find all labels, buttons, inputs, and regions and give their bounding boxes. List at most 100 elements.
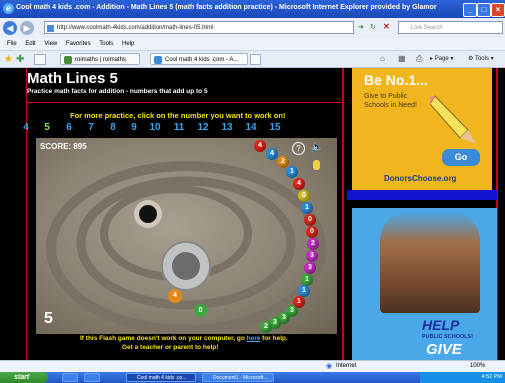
score-display: SCORE: 895 (40, 142, 87, 151)
donors-choose-ad[interactable]: Be No.1... Give to Public Schools in Nee… (352, 68, 492, 194)
ad-go-button[interactable]: Go (442, 149, 480, 166)
feeds-icon[interactable]: ▦ (398, 54, 406, 63)
ad-heading: Be No.1... (364, 72, 428, 88)
ad-help-text: HELP (422, 317, 460, 333)
search-input[interactable]: Live Search (398, 21, 503, 34)
stop-icon[interactable]: ✕ (383, 22, 390, 31)
ad-give-text: GIVE (426, 341, 462, 358)
new-tab-button[interactable] (250, 54, 261, 65)
quick-launch-1[interactable] (62, 373, 78, 382)
chain-ball: 2 (307, 238, 319, 250)
address-bar[interactable]: http://www.coolmath-4kids.com/addition/m… (44, 21, 354, 34)
chain-ball: 1 (286, 166, 298, 178)
menu-view[interactable]: View (44, 41, 57, 47)
forward-button[interactable]: ▶ (20, 21, 34, 35)
system-tray: 4:52 PM (420, 372, 505, 383)
shooter-core (172, 252, 200, 280)
help-link[interactable]: here (247, 335, 261, 342)
number-option-9[interactable]: 9 (125, 122, 143, 133)
tab-roimaths[interactable]: roimaths | roimaths (60, 53, 140, 65)
chain-ball: 0 (306, 226, 318, 238)
chain-ball: 2 (260, 321, 272, 333)
shooter-ball: 4 (168, 289, 182, 303)
menu-favorites[interactable]: Favorites (66, 41, 91, 47)
minimize-icon[interactable]: _ (463, 3, 477, 17)
footer-teacher-line: Get a teacher or parent to help! (122, 344, 219, 351)
game-title: Math Lines 5 (27, 70, 118, 87)
clock: 4:52 PM (481, 374, 502, 380)
number-option-13[interactable]: 13 (218, 122, 236, 133)
ad-public-schools-text: PUBLIC SCHOOLS! (422, 334, 474, 340)
page-menu[interactable]: ▸ Page ▾ (430, 54, 453, 64)
number-option-12[interactable]: 12 (194, 122, 212, 133)
tab-favicon (154, 56, 162, 64)
add-favorites-icon[interactable]: ✚ (16, 54, 24, 65)
menu-edit[interactable]: Edit (25, 41, 35, 47)
help-public-schools-ad[interactable]: HELP PUBLIC SCHOOLS! GIVE (352, 208, 497, 360)
kids-photo (380, 211, 480, 313)
center-border (342, 68, 344, 360)
taskbar-item-word[interactable]: Document1 - Microsoft... (202, 373, 274, 382)
ad-brand: DonorsChoose.org (384, 174, 457, 183)
favorites-star-icon[interactable]: ★ (4, 54, 13, 65)
tab-label: Cool math 4 kids .com - A... (165, 57, 239, 63)
chain-ball: 4 (293, 178, 305, 190)
taskbar: start Cool math 4 kids .co... Document1 … (0, 372, 505, 383)
pause-icon[interactable] (313, 160, 320, 170)
number-option-8[interactable]: 8 (104, 122, 122, 133)
tab-label: roimaths | roimaths (75, 57, 126, 63)
search-placeholder: Live Search (411, 25, 443, 31)
page-content: Math Lines 5 Practice math facts for add… (0, 68, 505, 360)
help-icon[interactable]: ? (292, 142, 305, 155)
left-border (26, 68, 27, 360)
back-button[interactable]: ◀ (3, 21, 17, 35)
tab-coolmath[interactable]: Cool math 4 kids .com - A... (150, 53, 248, 65)
number-option-10[interactable]: 10 (146, 122, 164, 133)
window-title-bar: e Cool math 4 kids .com - Addition - Mat… (0, 0, 505, 18)
home-icon[interactable]: ⌂ (380, 54, 385, 63)
tab-row: ★ ✚ roimaths | roimaths Cool math 4 kids… (0, 51, 505, 68)
zone-globe-icon: ◉ (326, 363, 333, 370)
game-subtitle: Practice math facts for addition - numbe… (27, 88, 208, 95)
chain-ball: 3 (304, 262, 316, 274)
zoom-level[interactable]: 100% (470, 363, 485, 369)
tab-list-icon[interactable] (34, 54, 46, 65)
address-toolbar: ◀ ▶ http://www.coolmath-4kids.com/additi… (0, 18, 505, 39)
menu-file[interactable]: File (7, 41, 17, 47)
tools-menu[interactable]: ⚙ Tools ▾ (468, 54, 494, 64)
start-button[interactable]: start (0, 372, 48, 383)
print-icon[interactable]: ⎙ (416, 54, 422, 64)
maximize-icon[interactable]: □ (477, 3, 491, 17)
chain-ball: 0 (304, 214, 316, 226)
menu-tools[interactable]: Tools (99, 41, 113, 47)
page-icon (47, 25, 54, 32)
close-icon[interactable]: × (491, 3, 505, 17)
game-canvas[interactable]: 4 0 SCORE: 895 5 ? 🔈 4421401002331113332 (36, 138, 337, 334)
chain-ball: 0 (298, 190, 310, 202)
number-option-15[interactable]: 15 (266, 122, 284, 133)
taskbar-item-browser[interactable]: Cool math 4 kids .co... (126, 373, 196, 382)
sound-icon[interactable]: 🔈 (311, 142, 323, 153)
number-option-7[interactable]: 7 (82, 122, 100, 133)
refresh-icon[interactable]: ↻ (370, 23, 376, 31)
go-arrow-icon[interactable]: ➜ (358, 23, 364, 31)
number-option-4[interactable]: 4 (17, 122, 35, 133)
number-option-14[interactable]: 14 (242, 122, 260, 133)
address-url: http://www.coolmath-4kids.com/addition/m… (57, 25, 214, 31)
window-title: Cool math 4 kids .com - Addition - Math … (16, 4, 437, 11)
footer-help-line: If this Flash game doesn't work on your … (80, 335, 288, 342)
chain-ball: 1 (301, 202, 313, 214)
menu-help[interactable]: Help (122, 41, 134, 47)
ad-link-bar[interactable] (347, 190, 497, 200)
end-hole (139, 205, 157, 223)
pencil-icon (430, 95, 476, 144)
number-option-5[interactable]: 5 (38, 122, 56, 133)
level-number: 5 (44, 310, 53, 327)
number-option-6[interactable]: 6 (60, 122, 78, 133)
status-zone: Internet (336, 363, 357, 369)
chain-ball: 2 (277, 156, 289, 168)
quick-launch-2[interactable] (84, 373, 100, 382)
status-bar: ◉ Internet 100% (0, 360, 505, 372)
header-divider (26, 102, 342, 103)
number-option-11[interactable]: 11 (170, 122, 188, 133)
